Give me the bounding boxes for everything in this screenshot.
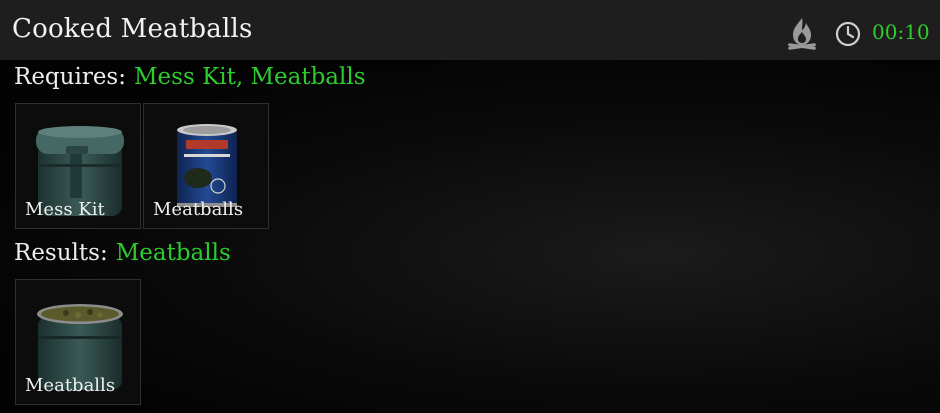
panel-background [0, 60, 940, 413]
recipe-title: Cooked Meatballs [12, 14, 253, 44]
requires-value: Mess Kit, Meatballs [133, 64, 366, 90]
results-row: Results: Meatballs [14, 240, 231, 266]
requires-label: Requires: [14, 64, 126, 90]
results-slot-meatballs[interactable]: Meatballs [15, 279, 141, 405]
requires-row: Requires: Mess Kit, Meatballs [14, 64, 366, 90]
requires-slot-mess-kit[interactable]: Mess Kit [15, 103, 141, 229]
results-label: Results: [14, 240, 108, 266]
campfire-icon [788, 18, 816, 50]
slot-label: Mess Kit [25, 199, 105, 220]
clock-icon [835, 21, 861, 47]
slot-label: Meatballs [153, 199, 244, 220]
results-value: Meatballs [115, 240, 231, 266]
recipe-header: Cooked Meatballs 00:10 [0, 0, 940, 60]
craft-time: 00:10 [872, 20, 930, 44]
requires-slot-meatballs[interactable]: Meatballs [143, 103, 269, 229]
slot-label: Meatballs [25, 375, 116, 396]
